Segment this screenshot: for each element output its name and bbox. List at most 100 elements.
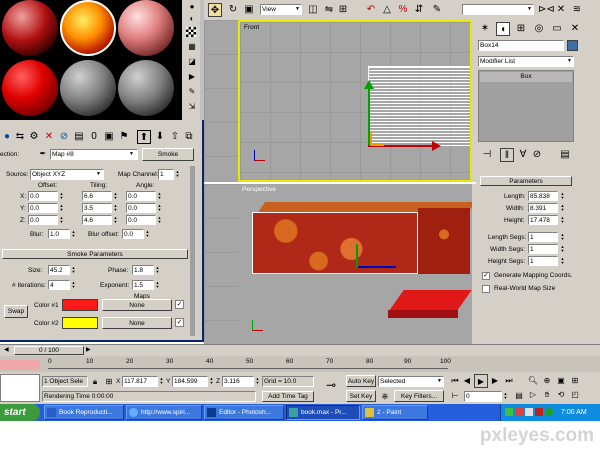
taskbar-item-photoshop[interactable]: Editor - Photosh... [204, 405, 284, 420]
offset-x-spinner[interactable]: ▲ ▼ [59, 192, 64, 201]
zoom-all-icon[interactable]: ⊕ [540, 374, 554, 388]
set-key-button[interactable]: Set Key [346, 390, 376, 402]
tiling-z-spinner[interactable]: ▲ ▼ [113, 216, 118, 225]
phase-spinner[interactable]: ▲ ▼ [155, 266, 160, 275]
map-channel-spinner[interactable]: ▲ ▼ [175, 170, 180, 179]
maximize-viewport-icon[interactable]: ◰ [568, 388, 582, 402]
map-channel-field[interactable]: 1 [158, 169, 174, 180]
offset-y-field[interactable]: 0.0 [28, 203, 58, 213]
sample-slot-4[interactable] [2, 60, 58, 116]
tiling-y-spinner[interactable]: ▲ ▼ [113, 204, 118, 213]
width-spinner[interactable]: ▲ ▼ [560, 204, 565, 213]
named-selection-dropdown-icon[interactable]: ▼ [527, 6, 532, 12]
map-name-field[interactable]: Map #8 [50, 149, 138, 160]
add-time-tag-button[interactable]: Add Time Tag [262, 391, 314, 402]
taskbar-item-book-reproduction[interactable]: Book Reproducti... [44, 405, 124, 420]
color2-map-button[interactable]: None [102, 317, 172, 329]
parameters-header[interactable]: Parameters [480, 176, 572, 186]
smoke-params-header[interactable]: Smoke Parameters [2, 249, 188, 259]
sample-slot-2[interactable] [60, 0, 116, 56]
assign-material-icon[interactable]: ⚙ [27, 130, 41, 144]
z-coord-spinner[interactable]: ▲ ▼ [255, 377, 260, 386]
height-spinner[interactable]: ▲ ▼ [560, 216, 565, 225]
spinner-snap-icon[interactable]: ⇵ [412, 3, 426, 17]
auto-key-button[interactable]: Auto Key [346, 375, 376, 387]
angle-z-field[interactable]: 0.0 [126, 215, 156, 225]
show-end-result-icon[interactable]: ⚑ [117, 130, 131, 144]
set-key-mode-icon[interactable]: ⊸ [324, 378, 338, 392]
options-icon[interactable]: ✎ [185, 85, 199, 99]
pin-stack-icon[interactable]: ⊣ [480, 148, 494, 162]
key-filter-icon[interactable]: ⎈ [378, 389, 392, 403]
field-of-view-icon[interactable]: ▷ [526, 388, 540, 402]
iterations-spinner[interactable]: ▲ ▼ [71, 281, 76, 290]
pan-icon[interactable]: ✋︎ [540, 388, 554, 402]
material-navigator-icon[interactable]: ⧉ [182, 130, 196, 144]
size-field[interactable]: 45.2 [48, 265, 70, 275]
iterations-field[interactable]: 4 [48, 280, 70, 290]
color2-map-checkbox[interactable]: ✓ [175, 318, 184, 327]
create-tab-icon[interactable]: ✶ [478, 22, 492, 36]
angle-y-spinner[interactable]: ▲ ▼ [157, 204, 162, 213]
left-viewport[interactable] [204, 184, 238, 344]
offset-y-spinner[interactable]: ▲ ▼ [59, 204, 64, 213]
tray-network-icon[interactable] [505, 408, 513, 416]
tiling-y-field[interactable]: 3.5 [82, 203, 112, 213]
modifier-list-dropdown-icon[interactable]: ▼ [567, 58, 572, 64]
source-dropdown[interactable]: Object XYZ [30, 169, 104, 180]
length-segs-spinner[interactable]: ▲ ▼ [560, 233, 565, 242]
length-field[interactable]: 85.838 [528, 191, 558, 201]
angle-x-field[interactable]: 0.0 [126, 191, 156, 201]
make-unique-icon[interactable]: ⊘ [57, 130, 71, 144]
source-dropdown-icon[interactable]: ▼ [96, 171, 101, 177]
object-color-swatch[interactable] [567, 40, 578, 51]
clock[interactable]: 7:00 AM [561, 404, 587, 421]
current-frame-field[interactable]: 0 [464, 391, 502, 402]
exponent-field[interactable]: 1.5 [132, 280, 154, 290]
selected-dropdown-icon[interactable]: ▼ [437, 378, 442, 384]
exponent-spinner[interactable]: ▲ ▼ [155, 281, 160, 290]
taskbar-item-browser[interactable]: http://www.spiri... [126, 405, 202, 420]
selection-lock-icon[interactable]: 🔒︎ [88, 375, 102, 389]
motion-tab-icon[interactable]: ◎ [532, 22, 546, 36]
swap-button[interactable]: Swap [4, 305, 28, 318]
height-segs-spinner[interactable]: ▲ ▼ [560, 257, 565, 266]
x-coord-field[interactable]: 117.817 [122, 376, 158, 387]
go-to-end-icon[interactable]: ⏭︎ [502, 374, 516, 388]
color1-map-checkbox[interactable]: ✓ [175, 300, 184, 309]
modifier-list-dropdown[interactable]: Modifier List [478, 56, 574, 67]
pick-material-icon[interactable]: ⇧ [168, 130, 182, 144]
go-forward-sibling-icon[interactable]: ⬇ [153, 130, 167, 144]
tray-acrobat-icon[interactable] [535, 408, 543, 416]
offset-z-field[interactable]: 0.0 [28, 215, 58, 225]
get-material-icon[interactable]: ● [0, 130, 14, 144]
pivot-center-icon[interactable]: ◫ [306, 3, 320, 17]
z-coord-field[interactable]: 3.116 [222, 376, 254, 387]
taskbar-item-3dsmax[interactable]: book.max - Pr... [286, 405, 360, 420]
color1-swatch[interactable] [62, 299, 98, 311]
reference-coord-dropdown-icon[interactable]: ▼ [295, 6, 300, 12]
color2-swatch[interactable] [62, 317, 98, 329]
blur-spinner[interactable]: ▲ ▼ [71, 230, 76, 239]
params-scrollbar[interactable] [190, 166, 195, 336]
angle-z-spinner[interactable]: ▲ ▼ [157, 216, 162, 225]
mirror-selected-icon[interactable]: ⊳⊲ [538, 3, 555, 17]
absolute-mode-icon[interactable]: ⊞ [102, 375, 116, 389]
backlight-icon[interactable]: ◐ [185, 12, 199, 26]
modify-tab-icon[interactable]: ◖ [496, 22, 510, 36]
uv-tiling-icon[interactable]: ▦ [185, 40, 199, 54]
start-button[interactable]: start [0, 404, 40, 421]
time-configuration-icon[interactable]: ▤ [512, 389, 526, 403]
maxscript-listener[interactable] [0, 374, 40, 402]
background-checker-icon[interactable] [186, 27, 196, 37]
utilities-tab-icon[interactable]: ✕ [568, 22, 582, 36]
current-frame-spinner[interactable]: ▲ ▼ [503, 392, 508, 401]
time-slider[interactable]: ◀ 0 / 100 ▶ [0, 344, 600, 356]
tray-messenger-icon[interactable] [545, 408, 553, 416]
taskbar-item-paint[interactable]: 2 - Paint [362, 405, 428, 420]
frame-counter[interactable]: 0 / 100 [14, 346, 84, 355]
blur-offset-field[interactable]: 0.0 [122, 229, 144, 239]
show-end-result-stack-icon[interactable]: ‖ [500, 148, 514, 162]
angle-snap-icon[interactable]: △ [380, 3, 394, 17]
selected-dropdown[interactable]: Selected [378, 376, 444, 387]
